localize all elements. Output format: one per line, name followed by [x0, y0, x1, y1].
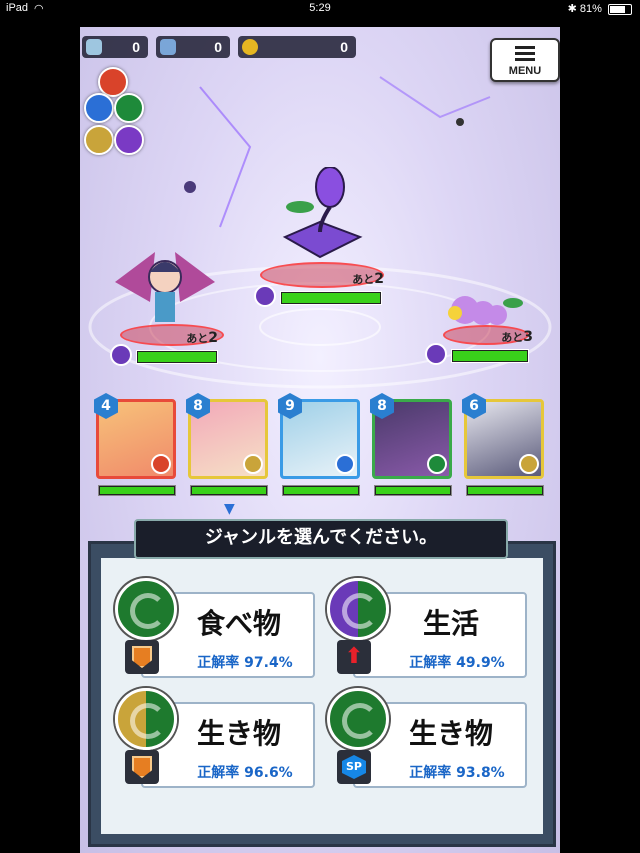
- party-member[interactable]: 8: [186, 393, 268, 496]
- party-member[interactable]: 8: [370, 393, 452, 496]
- enemy-hp: あと2: [110, 330, 220, 366]
- enemy-hp-fill: [138, 352, 217, 362]
- fire-attribute-icon: [151, 454, 171, 474]
- genre-selection: ジャンルを選んでください。 食べ物 正解率 97.4% 生活 正解率 49.9%: [80, 513, 560, 853]
- member-hp: [190, 485, 268, 496]
- ticket-counter: 0: [156, 36, 230, 58]
- genre-choice-creatures-sp[interactable]: 生き物 正解率 93.8% SP: [327, 688, 527, 788]
- genre-prompt: ジャンルを選んでください。: [134, 519, 508, 559]
- clock: 5:29: [309, 2, 331, 14]
- status-bar: iPad ◠ 5:29 ✱ 81%: [0, 0, 640, 18]
- bluetooth-icon: ✱: [567, 3, 577, 15]
- resource-bar: 0 0 0 MENU: [80, 36, 560, 82]
- light-orb-icon: [84, 125, 114, 155]
- caterpillar[interactable]: あと3: [425, 275, 535, 375]
- member-hp: [374, 485, 452, 496]
- game-screen[interactable]: 0 0 0 MENU あと2 あと2 あと3 4 8 9 8 6 ▼ ジャンルを…: [80, 27, 560, 853]
- shield-badge-icon: [125, 640, 159, 674]
- party-row: 4 8 9 8 6: [94, 393, 548, 499]
- turn-counter: あと2: [186, 330, 218, 346]
- party-member[interactable]: 9: [278, 393, 360, 496]
- turn-counter: あと2: [352, 271, 384, 287]
- wood-orb-icon: [114, 93, 144, 123]
- coin-counter: 0: [238, 36, 356, 58]
- sp-badge-icon: SP: [337, 750, 371, 784]
- battery-area: ✱ 81%: [568, 2, 632, 15]
- enemy-hp: あと3: [425, 329, 535, 365]
- battery-percent: 81%: [579, 3, 602, 15]
- shield-badge-icon: [125, 750, 159, 784]
- turn-counter: あと3: [501, 329, 533, 345]
- caterpillar-sprite: [448, 296, 523, 325]
- light-attribute-icon: [519, 454, 539, 474]
- orb-icon: [86, 39, 102, 55]
- ticket-icon: [160, 39, 176, 55]
- wood-genre-emblem-icon: [115, 578, 177, 640]
- member-hp: [98, 485, 176, 496]
- dark-orb-icon: [114, 125, 144, 155]
- battery-icon: [608, 3, 632, 15]
- orb-counter: 0: [82, 36, 148, 58]
- genre-panel: 食べ物 正解率 97.4% 生活 正解率 49.9% ⬆ 生き物 正解率 96.…: [88, 541, 556, 847]
- light-attribute-icon: [243, 454, 263, 474]
- water-attribute-icon: [335, 454, 355, 474]
- element-wheel: [80, 63, 150, 155]
- dark-genre-emblem-icon: [327, 578, 389, 640]
- enemy-hp-fill: [453, 351, 528, 361]
- dark-attribute-icon: [425, 343, 447, 365]
- hamburger-icon: [515, 46, 535, 64]
- party-member[interactable]: 4: [94, 393, 176, 496]
- book-monster[interactable]: あと2: [254, 167, 384, 307]
- coin-icon: [242, 39, 258, 55]
- genre-choice-creatures[interactable]: 生き物 正解率 96.6%: [115, 688, 315, 788]
- book-monster-sprite: [282, 167, 363, 259]
- light-genre-emblem-icon: [115, 688, 177, 750]
- enemy-hp-fill: [282, 293, 380, 303]
- party-member[interactable]: 6: [462, 393, 544, 496]
- genre-choice-life[interactable]: 生活 正解率 49.9% ⬆: [327, 578, 527, 678]
- water-orb-icon: [84, 93, 114, 123]
- member-hp: [466, 485, 544, 496]
- member-hp: [282, 485, 360, 496]
- menu-button[interactable]: MENU: [490, 38, 560, 82]
- genre-choice-food[interactable]: 食べ物 正解率 97.4%: [115, 578, 315, 678]
- enemy-hp: あと2: [254, 271, 386, 307]
- wood-attribute-icon: [427, 454, 447, 474]
- harpy-girl[interactable]: あと2: [110, 242, 224, 372]
- wood-genre-emblem-icon: [327, 688, 389, 750]
- up-arrow-badge-icon: ⬆: [337, 640, 371, 674]
- dark-attribute-icon: [110, 344, 132, 366]
- dark-attribute-icon: [254, 285, 276, 307]
- harpy-girl-sprite: [115, 252, 215, 322]
